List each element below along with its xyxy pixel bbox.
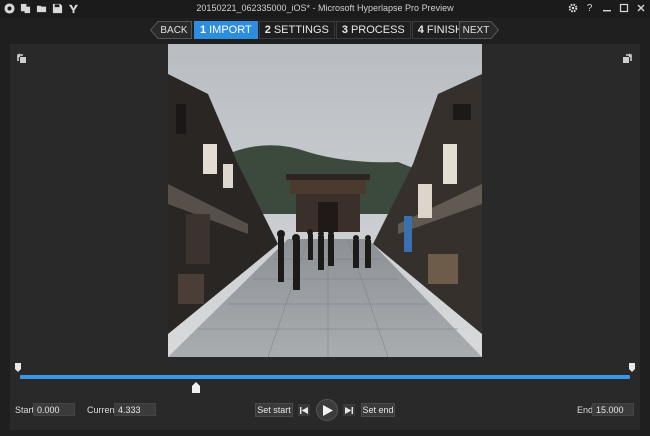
tab-settings-number: 2 (264, 24, 271, 36)
start-time-input[interactable]: 0.000 (33, 403, 75, 416)
batch-icon[interactable] (68, 2, 79, 14)
tab-settings-label: SETTINGS (273, 24, 329, 36)
play-button[interactable] (316, 399, 338, 421)
window-title: 20150221_062335000_iOS* - Microsoft Hype… (196, 3, 454, 13)
close-icon[interactable] (635, 1, 646, 15)
tab-finish-number: 4 (417, 24, 424, 36)
rotate-left-icon[interactable] (15, 52, 27, 64)
skip-to-start-icon[interactable] (298, 404, 310, 416)
tab-process[interactable]: 3 PROCESS (335, 21, 411, 39)
open-folder-icon[interactable] (36, 2, 47, 14)
current-time-input[interactable]: 4.333 (114, 403, 156, 416)
set-start-button[interactable]: Set start (255, 403, 293, 417)
maximize-icon[interactable] (618, 1, 629, 15)
play-icon (323, 404, 333, 416)
tab-process-number: 3 (341, 24, 348, 36)
tab-import[interactable]: 1 IMPORT (194, 21, 258, 39)
start-label: Start (15, 405, 35, 415)
end-label: End (577, 405, 594, 415)
back-button-label: BACK (160, 24, 188, 36)
tab-finish-label: FINISH (426, 24, 463, 36)
quick-toolbar (4, 2, 79, 16)
timeline-track[interactable] (20, 375, 630, 379)
rotate-right-icon[interactable] (622, 52, 634, 64)
video-preview[interactable] (168, 44, 482, 357)
tab-process-label: PROCESS (350, 24, 405, 36)
end-time-input[interactable]: 15.000 (592, 403, 634, 416)
app-logo-icon[interactable] (4, 2, 15, 14)
minimize-icon[interactable] (601, 1, 612, 15)
help-button[interactable]: ? (584, 1, 595, 15)
tab-import-label: IMPORT (209, 24, 252, 36)
next-button[interactable]: NEXT (459, 21, 499, 39)
step-tabs: 1 IMPORT 2 SETTINGS 3 PROCESS 4 FINISH (194, 21, 470, 39)
title-bar: 20150221_062335000_iOS* - Microsoft Hype… (0, 0, 650, 18)
set-end-button[interactable]: Set end (361, 403, 395, 417)
tab-settings[interactable]: 2 SETTINGS (258, 21, 335, 39)
playhead-handle[interactable] (192, 382, 201, 393)
start-marker-handle[interactable] (15, 363, 21, 372)
back-button[interactable]: BACK (150, 21, 192, 39)
skip-to-end-icon[interactable] (343, 404, 355, 416)
save-icon[interactable] (52, 2, 63, 14)
new-project-icon[interactable] (20, 2, 31, 14)
video-frame-image (168, 44, 482, 357)
tab-import-number: 1 (200, 24, 207, 36)
current-label: Current (87, 405, 118, 415)
gear-icon[interactable] (567, 1, 578, 15)
next-button-label: NEXT (462, 24, 490, 36)
window-controls: ? (567, 1, 646, 15)
end-marker-handle[interactable] (629, 363, 635, 372)
